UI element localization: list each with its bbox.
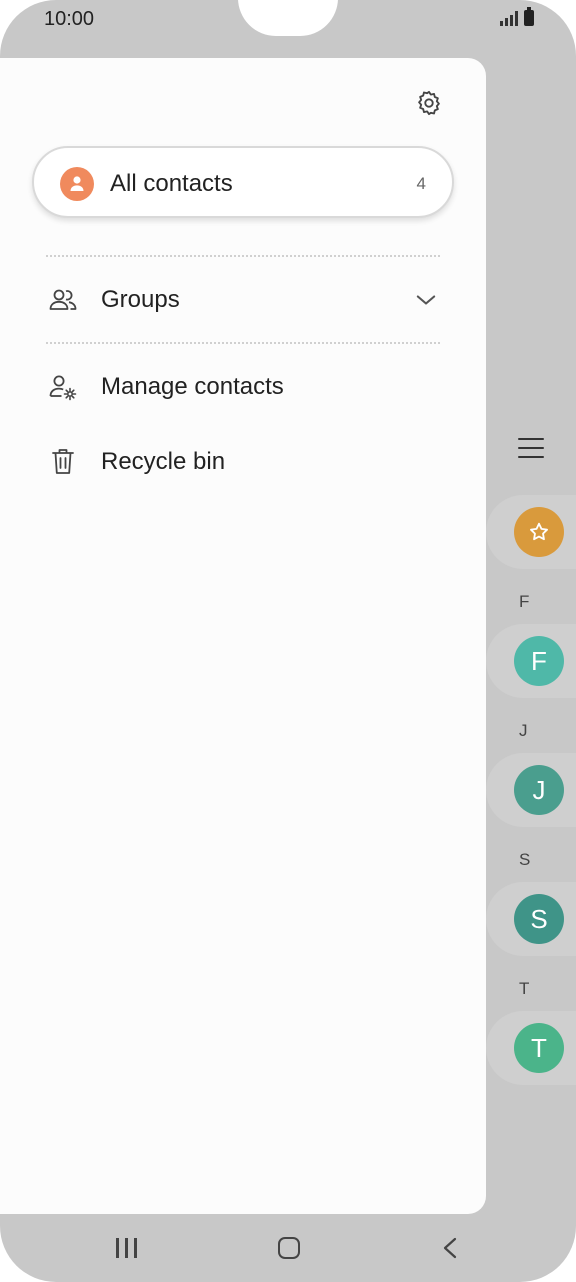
contact-avatar-s[interactable]: S <box>514 894 564 944</box>
chevron-down-icon[interactable] <box>412 286 440 314</box>
navigation-bar <box>0 1214 576 1282</box>
signal-icon <box>500 10 518 26</box>
groups-icon <box>46 283 80 317</box>
section-letter-t: T <box>519 979 530 998</box>
contact-avatar-t[interactable]: T <box>514 1023 564 1073</box>
all-contacts-count: 4 <box>416 174 426 193</box>
settings-button[interactable] <box>412 86 446 120</box>
section-letter-f: F <box>519 592 530 611</box>
contact-avatar-j[interactable]: J <box>514 765 564 815</box>
all-contacts-button[interactable]: All contacts 4 <box>32 146 454 218</box>
home-button[interactable] <box>278 1237 300 1259</box>
phone-screen: 10:00 F F J J S S T T All contacts 4 Gro… <box>0 0 576 1282</box>
recycle-bin-label: Recycle bin <box>101 448 226 475</box>
section-letter-j: J <box>519 721 528 740</box>
recycle-bin-item[interactable]: Recycle bin <box>30 434 450 490</box>
trash-icon <box>46 445 80 479</box>
manage-contacts-label: Manage contacts <box>101 373 284 400</box>
section-letter-s: S <box>519 850 531 869</box>
status-time: 10:00 <box>44 8 95 30</box>
status-icons <box>500 7 534 26</box>
manage-contacts-icon <box>46 370 80 404</box>
menu-icon[interactable] <box>518 438 544 462</box>
groups-item[interactable]: Groups <box>30 272 450 328</box>
gear-icon <box>418 90 440 116</box>
recents-button[interactable] <box>116 1238 137 1258</box>
divider <box>46 255 440 257</box>
person-icon <box>60 167 94 201</box>
contact-avatar-f[interactable]: F <box>514 636 564 686</box>
battery-icon <box>524 7 534 26</box>
favorites-star-icon[interactable] <box>514 507 564 557</box>
divider <box>46 342 440 344</box>
groups-label: Groups <box>101 286 180 313</box>
manage-contacts-item[interactable]: Manage contacts <box>30 359 450 415</box>
all-contacts-label: All contacts <box>110 170 233 197</box>
camera-notch <box>238 0 338 36</box>
back-button[interactable] <box>440 1236 460 1260</box>
navigation-drawer: All contacts 4 Groups Manage contacts Re… <box>0 58 486 1214</box>
